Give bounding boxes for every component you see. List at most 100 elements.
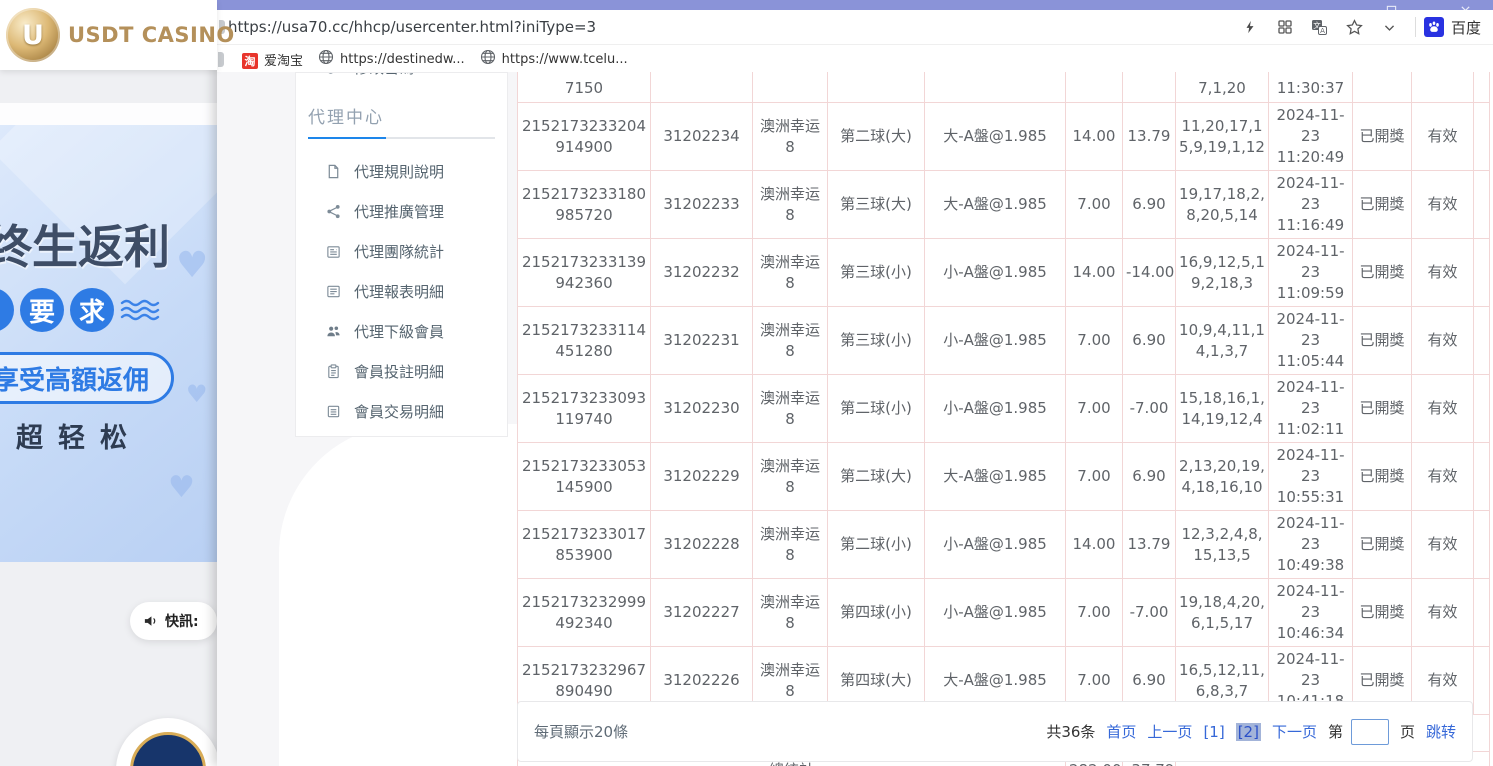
- cell-valid: 有效: [1412, 511, 1474, 579]
- promo-banner[interactable]: ♥ ♥ ♥ 终生返利 要 求 享受高額返佣 超轻松: [0, 125, 217, 562]
- globe-icon: [318, 49, 334, 69]
- casino-page-background: U USDT CASINO ♥ ♥ ♥ 终生返利 要 求 享受高額返佣 超轻松 …: [0, 0, 217, 766]
- promo-badge-cut: [0, 288, 14, 332]
- cell-play: 第二球(小): [828, 511, 925, 579]
- cell-win_loss: -7.00: [1123, 579, 1176, 647]
- url-text[interactable]: https://usa70.cc/hhcp/usercenter.html?in…: [228, 18, 596, 36]
- casino-header: U USDT CASINO: [0, 0, 217, 70]
- sidebar-item[interactable]: 代理團隊統計: [296, 231, 507, 271]
- bet-table-panel: 71507,1,2011:30:372152173233204914900312…: [517, 72, 1493, 766]
- cell-numbers: 15,18,16,1,14,19,12,4: [1176, 375, 1269, 443]
- cell-extra: [1474, 72, 1490, 103]
- cell-time: 2024-11-23 10:55:31: [1269, 443, 1353, 511]
- cell-amount: 7.00: [1066, 307, 1123, 375]
- promo-title: 终生返利: [0, 211, 170, 277]
- cell-play: 第二球(大): [828, 103, 925, 171]
- cell-play: 第三球(小): [828, 239, 925, 307]
- cell-amount: 7.00: [1066, 375, 1123, 443]
- baidu-button[interactable]: 百度: [1424, 17, 1481, 38]
- bookmark-item[interactable]: https://destinedw...: [318, 49, 465, 69]
- cell-bet_id: 2152173233180985720: [518, 171, 651, 239]
- table-row-partial: 71507,1,2011:30:37: [518, 72, 1490, 103]
- table-row: 215217323318098572031202233澳洲幸运8第三球(大)大-…: [518, 171, 1490, 239]
- flash-icon[interactable]: [1239, 16, 1261, 38]
- sidebar-item[interactable]: 代理報表明細: [296, 271, 507, 311]
- speaker-icon: [143, 614, 158, 629]
- sidebar-item[interactable]: 會員投註明細: [296, 351, 507, 391]
- key-icon: [326, 73, 341, 75]
- cell-time: 2024-11-23 10:46:34: [1269, 579, 1353, 647]
- cell-content: 大-A盤@1.985: [925, 171, 1066, 239]
- total-count: 共36条: [1046, 721, 1095, 742]
- cell-game: 澳洲幸运8: [753, 239, 828, 307]
- table-row: 215217323313994236031202232澳洲幸运8第三球(小)小-…: [518, 239, 1490, 307]
- waves-icon: [120, 299, 172, 323]
- sidebar-item[interactable]: 會員交易明細: [296, 391, 507, 431]
- bookmark-item[interactable]: 淘爱淘宝: [242, 50, 303, 69]
- cell-game: [753, 72, 828, 103]
- heart-decor-icon: ♥: [176, 245, 208, 286]
- translate-icon[interactable]: 文A: [1309, 16, 1331, 38]
- jump-button[interactable]: 跳转: [1426, 721, 1456, 742]
- first-page-link[interactable]: 首页: [1106, 721, 1136, 742]
- browser-toolbar-icons: 文A: [1226, 16, 1401, 38]
- cell-play: 第四球(小): [828, 579, 925, 647]
- cell-numbers: 2,13,20,19,4,18,16,10: [1176, 443, 1269, 511]
- cell-extra: [1474, 579, 1490, 647]
- cell-valid: 有效: [1412, 307, 1474, 375]
- cell-valid: 有效: [1412, 103, 1474, 171]
- cell-extra: [1474, 511, 1490, 579]
- svg-text:A: A: [1321, 27, 1326, 35]
- cell-period: 31202232: [651, 239, 753, 307]
- cell-bet_id: 2152173233204914900: [518, 103, 651, 171]
- sidebar-item[interactable]: 代理下級會員: [296, 311, 507, 351]
- prev-page-link[interactable]: 上一页: [1147, 721, 1192, 742]
- page-number-link[interactable]: [2]: [1236, 723, 1261, 741]
- page-number-link[interactable]: [1]: [1203, 723, 1224, 741]
- cell-time: 2024-11-23 11:09:59: [1269, 239, 1353, 307]
- agent-center-page: 修改密碼 代理中心 代理規則說明代理推廣管理代理團隊統計代理報表明細代理下級會員…: [217, 72, 1493, 766]
- apps-icon[interactable]: [1274, 16, 1296, 38]
- bookmark-label: https://destinedw...: [340, 52, 465, 67]
- bookmark-item[interactable]: https://www.tcelu...: [480, 49, 628, 69]
- cell-amount: 14.00: [1066, 511, 1123, 579]
- cell-numbers: 12,3,2,4,8,15,13,5: [1176, 511, 1269, 579]
- next-page-link[interactable]: 下一页: [1272, 721, 1317, 742]
- table-row: 215217323299949234031202227澳洲幸运8第四球(小)小-…: [518, 579, 1490, 647]
- jump-suffix-label: 页: [1400, 721, 1415, 742]
- cell-bet_id: 2152173233017853900: [518, 511, 651, 579]
- promo-subtitle: 超轻松: [16, 416, 142, 455]
- cell-win_loss: 6.90: [1123, 171, 1176, 239]
- cell-extra: [1474, 375, 1490, 443]
- maximize-button[interactable]: [1386, 1, 1397, 10]
- cell-time: 2024-11-23 10:49:38: [1269, 511, 1353, 579]
- sidebar-item-change-password[interactable]: 修改密碼: [296, 73, 507, 84]
- star-icon[interactable]: [1344, 16, 1366, 38]
- cell-bet_id: 7150: [518, 72, 651, 103]
- cell-status: 已開獎: [1353, 511, 1412, 579]
- page-jump-input[interactable]: [1351, 719, 1389, 745]
- list-icon: [326, 404, 341, 419]
- cell-amount: 14.00: [1066, 239, 1123, 307]
- cell-valid: 有效: [1412, 443, 1474, 511]
- bet-table-body: 71507,1,2011:30:372152173233204914900312…: [518, 72, 1490, 766]
- cell-valid: 有效: [1412, 579, 1474, 647]
- sidebar-item[interactable]: 代理推廣管理: [296, 191, 507, 231]
- sidebar-item[interactable]: 代理規則說明: [296, 151, 507, 191]
- clipboard-icon: [326, 364, 341, 379]
- cell-numbers: 7,1,20: [1176, 72, 1269, 103]
- casino-logo[interactable]: U USDT CASINO: [0, 8, 235, 62]
- cell-extra: [1474, 103, 1490, 171]
- globe-icon: [480, 49, 496, 69]
- cell-bet_id: 2152173233139942360: [518, 239, 651, 307]
- bookmark-label: 爱淘宝: [264, 50, 303, 69]
- chevron-down-icon[interactable]: [1379, 16, 1401, 38]
- sidebar-item-label: 代理團隊統計: [354, 241, 444, 262]
- close-button[interactable]: [1460, 1, 1471, 10]
- cell-numbers: 19,18,4,20,6,1,5,17: [1176, 579, 1269, 647]
- floating-coin-widget[interactable]: [116, 718, 220, 766]
- url-bar[interactable]: https://usa70.cc/hhcp/usercenter.html?in…: [217, 10, 1493, 45]
- table-row: 215217323305314590031202229澳洲幸运8第二球(大)大-…: [518, 443, 1490, 511]
- sidebar-items: 代理規則說明代理推廣管理代理團隊統計代理報表明細代理下級會員會員投註明細會員交易…: [296, 151, 507, 431]
- news-ticker[interactable]: 快訊:: [130, 602, 217, 640]
